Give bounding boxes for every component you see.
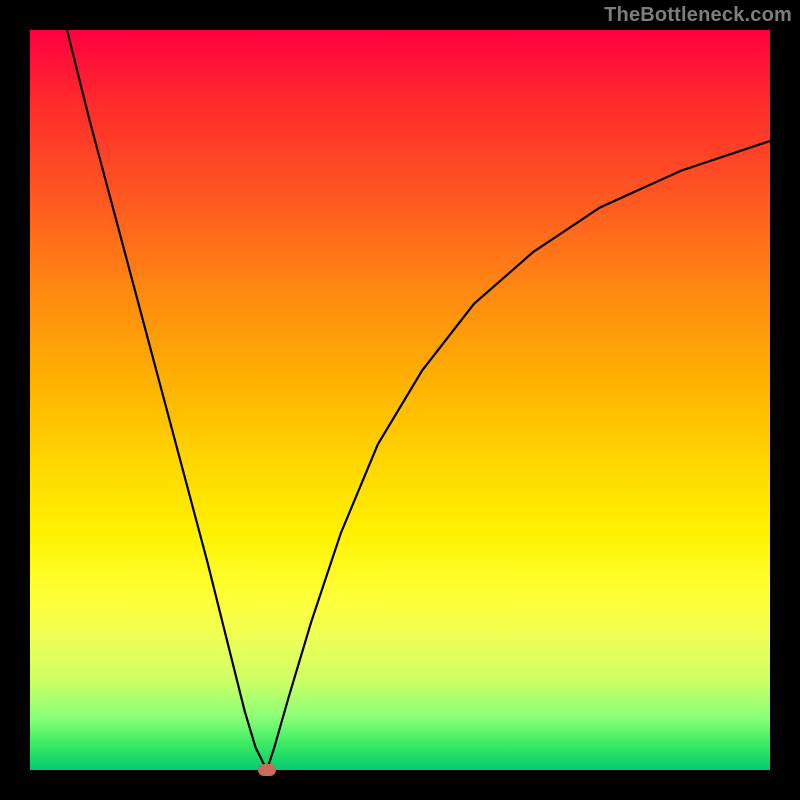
optimal-marker (258, 764, 276, 776)
watermark-text: TheBottleneck.com (604, 4, 792, 27)
plot-area (30, 30, 770, 770)
curve-svg (30, 30, 770, 770)
bottleneck-curve (67, 30, 770, 770)
chart-container: TheBottleneck.com (0, 0, 800, 800)
